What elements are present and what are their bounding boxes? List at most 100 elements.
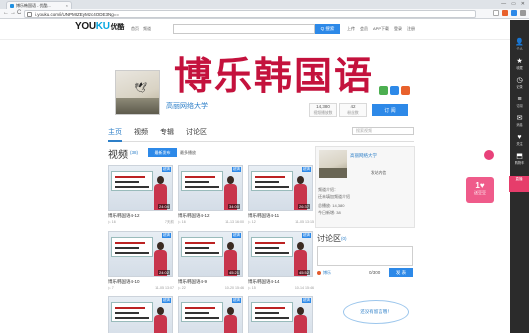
register-link[interactable]: 注册	[407, 26, 415, 32]
char-counter: 0/300	[369, 270, 381, 275]
channel-name[interactable]: 高丽网络大学	[166, 101, 208, 111]
play-count-label: 视频播放数	[313, 111, 333, 115]
promo-card[interactable]: 1♥ 送豆豆	[466, 177, 494, 203]
sort-latest-button[interactable]: 最新发布	[148, 148, 177, 157]
subscribe-button[interactable]: 订 阅	[372, 104, 408, 116]
tab-discussion[interactable]: 讨论区	[186, 127, 207, 137]
tab-home[interactable]: 主页	[108, 127, 122, 137]
video-thumbnail[interactable]: 超清26:03	[248, 296, 313, 333]
promo-float-icon[interactable]	[484, 150, 494, 160]
today-new: 今日新增: 38	[318, 210, 341, 215]
youku-logo[interactable]: YOUKU优酷	[75, 21, 124, 32]
post-comment-button[interactable]: 发 表	[389, 268, 413, 277]
play-count-value: 7	[111, 286, 114, 290]
video-meta: ▷ 7 11-05 13:07	[108, 286, 174, 290]
star-icon[interactable]	[493, 10, 499, 16]
browser-tabbar: 博乐韩国语 - 优酷... × — ▭ ✕	[0, 0, 529, 9]
video-title[interactable]: 博乐韩国语4-10	[108, 279, 174, 285]
back-button[interactable]: ←	[3, 10, 9, 16]
video-thumbnail[interactable]: 超清 24:04	[108, 165, 173, 211]
upload-time: 7天前	[164, 220, 174, 224]
extension-icon[interactable]	[511, 10, 517, 16]
sidebar-item[interactable]: ≡ 订阅	[510, 95, 529, 112]
tab-title: 博乐韩国语 - 优酷...	[16, 2, 51, 8]
vip-link[interactable]: 会员	[360, 26, 368, 32]
video-meta: ▷ 22 10-20 15:46	[178, 286, 244, 290]
tab-close-icon[interactable]: ×	[66, 3, 68, 8]
upload-time: 10-20 15:46	[224, 286, 244, 290]
video-duration: 24:04	[157, 204, 170, 209]
url-input[interactable]: i.youku.com/i/UNPMIZEyMzc4ODE3Ng==	[24, 10, 476, 18]
video-thumbnail[interactable]: 超清 34:00	[178, 165, 243, 211]
video-thumbnail[interactable]: 超清 24:02	[108, 231, 173, 277]
video-title[interactable]: 博乐韩国语4-9	[178, 279, 244, 285]
video-thumbnail[interactable]: 超清 45:52	[248, 231, 313, 277]
video-thumbnail[interactable]: 超清 26:37	[248, 165, 313, 211]
rss-icon[interactable]	[401, 86, 410, 95]
play-count-stat: 14,380 视频播放数	[309, 103, 337, 117]
sort-popular-button[interactable]: 最多播放	[180, 150, 196, 156]
user-avatar-icon	[317, 271, 321, 275]
video-title[interactable]: 博乐韩国语4-11	[248, 213, 314, 219]
qq-icon[interactable]	[390, 86, 399, 95]
sidebar-icon: ★	[516, 58, 523, 65]
login-link[interactable]: 登录	[394, 26, 402, 32]
channel-info-name[interactable]: 高丽网络大学	[350, 153, 377, 159]
forward-button[interactable]: →	[10, 10, 16, 16]
upload-time: 11-05 13:07	[155, 286, 174, 290]
video-thumbnail[interactable]: 超清34:39	[178, 296, 243, 333]
channel-avatar[interactable]: 🕊	[115, 70, 160, 115]
video-duration: 24:02	[157, 270, 170, 275]
video-meta: ▷ 12 11-05 13:15	[248, 220, 314, 224]
channel-info-avatar[interactable]	[319, 150, 347, 178]
send-message-link[interactable]: 发站内信	[371, 171, 386, 176]
live-badge[interactable]: 直播	[509, 176, 529, 192]
discussion-input[interactable]	[317, 246, 413, 266]
app-download-link[interactable]: APP下载	[373, 26, 389, 32]
video-title[interactable]: 博乐韩国语4-14	[248, 279, 314, 285]
hd-badge: 超清	[162, 298, 171, 303]
nav-channel-link[interactable]: 频道	[143, 26, 151, 32]
sidebar-item[interactable]: ♥ 关注	[510, 133, 529, 150]
discussion-count: (0)	[341, 236, 347, 241]
upload-link[interactable]: 上传	[347, 26, 355, 32]
video-thumbnail[interactable]: 超清 45:21	[178, 231, 243, 277]
sidebar-icon: 👤	[515, 39, 524, 46]
total-plays: 总播放: 14,380	[318, 203, 345, 208]
wechat-icon[interactable]	[379, 86, 388, 95]
window-close-button[interactable]: ✕	[521, 1, 525, 7]
menu-icon[interactable]	[520, 10, 526, 16]
sidebar-label: 购物车	[514, 161, 525, 165]
browser-tab[interactable]: 博乐韩国语 - 优酷... ×	[6, 1, 72, 9]
sidebar-item[interactable]: 👤 个人	[510, 38, 529, 55]
window-minimize-button[interactable]: —	[501, 1, 506, 7]
window-maximize-button[interactable]: ▭	[511, 1, 516, 7]
favicon-icon	[10, 3, 14, 8]
url-text: i.youku.com/i/UNPMIZEyMzc4ODE3Ng==	[35, 12, 120, 17]
sidebar-item[interactable]: ✉ 消息	[510, 114, 529, 131]
upload-time: 10-14 15:46	[294, 286, 314, 290]
reload-button[interactable]: C	[17, 10, 21, 16]
video-title[interactable]: 博乐韩国语4-12	[108, 213, 174, 219]
discussion-user: 博乐	[317, 270, 331, 276]
video-thumbnail[interactable]: 超清40:48	[108, 296, 173, 333]
sidebar-label: 订阅	[516, 104, 523, 108]
tab-albums[interactable]: 专辑	[160, 127, 174, 137]
nav-home-link[interactable]: 首页	[131, 26, 139, 32]
sidebar-item[interactable]: ◷ 记录	[510, 76, 529, 93]
video-meta: ▷ 16 7天前	[108, 220, 174, 225]
hd-badge: 超清	[162, 167, 171, 172]
channel-search-input[interactable]: 搜索视频	[352, 127, 414, 135]
tab-videos[interactable]: 视频	[134, 127, 148, 137]
sidebar-item[interactable]: ⬒ 购物车	[510, 152, 529, 169]
empty-comments-bubble: 还没有留言哦！	[343, 300, 409, 324]
discussion-user-name: 博乐	[323, 270, 331, 275]
site-search-input[interactable]	[173, 24, 315, 34]
whiteboard	[251, 237, 293, 257]
sidebar-item[interactable]: ★ 收藏	[510, 57, 529, 74]
extension-icon[interactable]	[502, 10, 508, 16]
site-search-button[interactable]: Q 搜索	[315, 24, 340, 34]
video-duration: 45:52	[297, 270, 310, 275]
sidebar-label: 收藏	[516, 66, 523, 70]
video-title[interactable]: 博乐韩国语4-12	[178, 213, 244, 219]
